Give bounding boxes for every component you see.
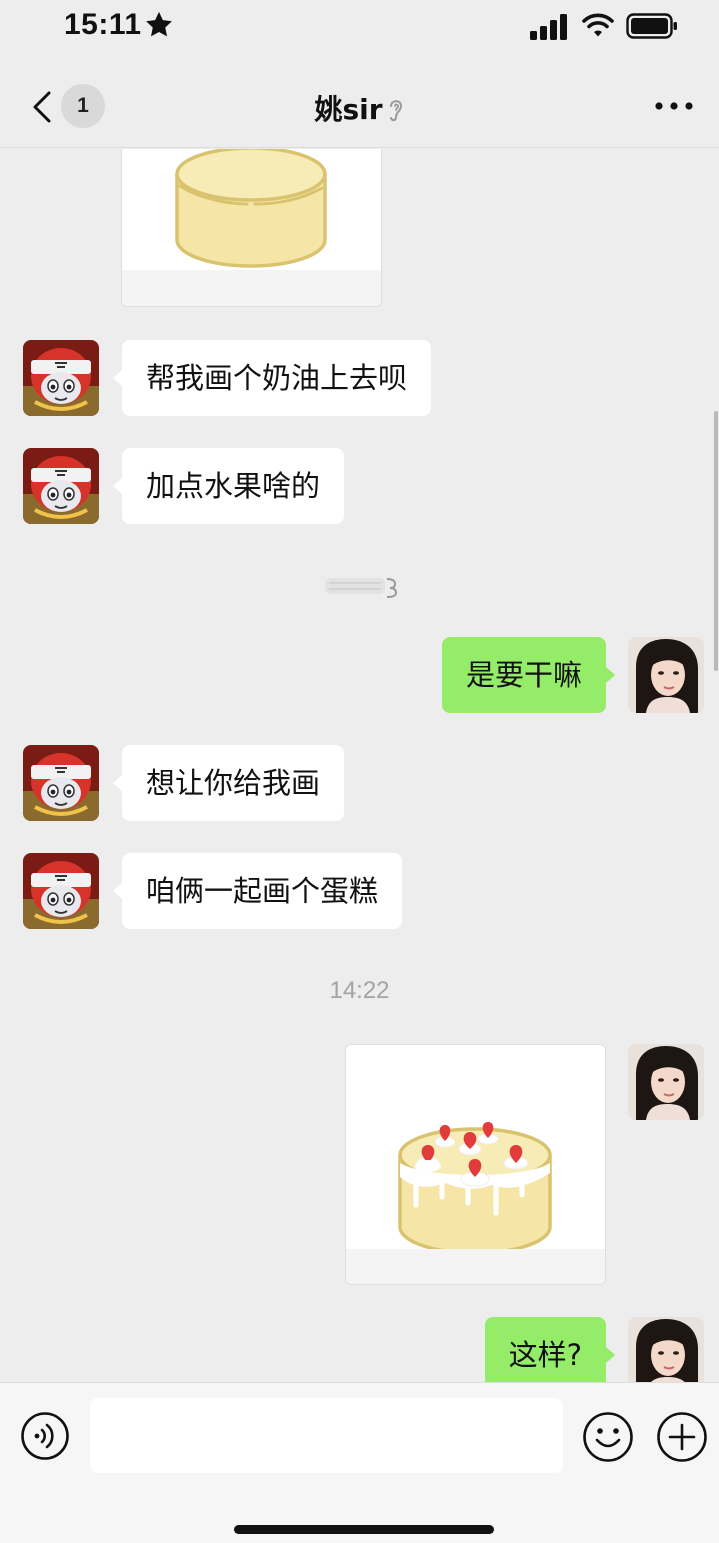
star-icon bbox=[146, 11, 172, 37]
plus-icon[interactable] bbox=[656, 1411, 708, 1463]
contact-avatar-image bbox=[23, 448, 99, 524]
message-bubble-incoming[interactable]: 咱俩一起画个蛋糕 bbox=[112, 853, 403, 929]
input-bar bbox=[0, 1382, 719, 1543]
my-avatar-image bbox=[628, 637, 704, 713]
my-avatar-image bbox=[628, 1044, 704, 1120]
message-bubble-outgoing[interactable]: 是要干嘛 bbox=[441, 637, 616, 713]
message-bubble-outgoing[interactable]: 这样? bbox=[484, 1317, 616, 1382]
ear-icon bbox=[389, 100, 402, 122]
image-message-decorated-cake[interactable] bbox=[345, 1044, 606, 1285]
status-bar: 15:11 bbox=[0, 0, 719, 56]
my-avatar[interactable] bbox=[628, 637, 704, 713]
chat-title[interactable]: 姚sir bbox=[0, 88, 719, 128]
contact-avatar[interactable] bbox=[23, 340, 99, 416]
message-bubble-incoming[interactable]: 加点水果啥的 bbox=[112, 448, 345, 524]
status-time: 15:11 bbox=[64, 8, 142, 41]
message-bubble-incoming[interactable]: 帮我画个奶油上去呗 bbox=[112, 340, 432, 416]
contact-avatar-image bbox=[23, 853, 99, 929]
battery-icon bbox=[626, 13, 677, 39]
blurred-system-notice bbox=[325, 578, 397, 598]
scroll-indicator[interactable] bbox=[714, 411, 718, 671]
voice-icon[interactable] bbox=[20, 1411, 70, 1461]
contact-avatar[interactable] bbox=[23, 853, 99, 929]
message-bubble-incoming[interactable]: 想让你给我画 bbox=[112, 745, 345, 821]
contact-name: 姚sir bbox=[314, 93, 383, 126]
message-list[interactable]: 帮我画个奶油上去呗 加点水果啥的 是要干嘛 想让你给我画 咱俩一起画个蛋糕 14… bbox=[0, 149, 719, 1382]
plain-cake-drawing bbox=[122, 149, 381, 306]
contact-avatar-image bbox=[23, 745, 99, 821]
my-avatar-image bbox=[628, 1317, 704, 1382]
home-indicator[interactable] bbox=[234, 1525, 494, 1534]
contact-avatar-image bbox=[23, 340, 99, 416]
cream-strawberry-cake-drawing bbox=[346, 1122, 605, 1284]
image-message-plain-cake[interactable] bbox=[121, 149, 382, 307]
my-avatar[interactable] bbox=[628, 1044, 704, 1120]
my-avatar[interactable] bbox=[628, 1317, 704, 1382]
message-timestamp: 14:22 bbox=[329, 977, 390, 1004]
message-input[interactable] bbox=[90, 1398, 563, 1473]
wifi-icon bbox=[582, 13, 614, 37]
contact-avatar[interactable] bbox=[23, 745, 99, 821]
more-dots-icon[interactable] bbox=[648, 88, 700, 124]
chat-header: 1 姚sir bbox=[0, 62, 719, 148]
cellular-signal-icon bbox=[530, 14, 567, 40]
contact-avatar[interactable] bbox=[23, 448, 99, 524]
emoji-icon[interactable] bbox=[582, 1411, 634, 1463]
